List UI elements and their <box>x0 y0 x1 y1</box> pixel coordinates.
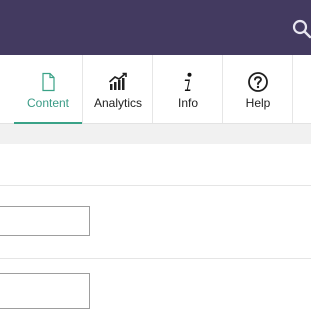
top-app-bar <box>0 0 312 55</box>
tab-info-label: Info <box>177 96 198 110</box>
tab-help[interactable]: Help <box>224 55 293 123</box>
tab-analytics[interactable]: Analytics <box>84 55 153 123</box>
bar-chart-trend-icon <box>108 72 127 90</box>
section-separator <box>0 124 311 144</box>
tab-content[interactable]: Content <box>14 55 83 124</box>
text-field-1[interactable] <box>0 206 90 236</box>
document-icon <box>42 72 55 92</box>
row-divider <box>0 258 311 259</box>
text-field-2[interactable] <box>0 273 90 309</box>
tab-help-label: Help <box>245 96 271 110</box>
question-circle-icon <box>248 72 268 92</box>
info-icon <box>184 72 192 91</box>
tab-bar: Content Analytics Info Help <box>0 55 311 124</box>
tab-info[interactable]: Info <box>154 55 223 123</box>
tab-analytics-label: Analytics <box>93 96 143 110</box>
search-icon[interactable] <box>292 19 312 39</box>
tab-content-label: Content <box>26 96 70 110</box>
row-divider <box>0 185 311 186</box>
